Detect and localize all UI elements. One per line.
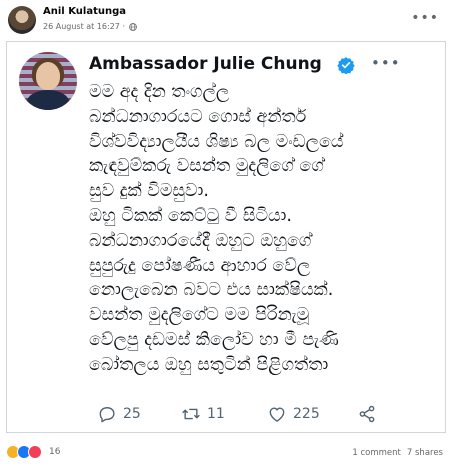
tweet-text: මම අද දින තංගල්ල බන්ධනාගාරයට ගොස් අන්තර්… [89,82,344,375]
tweet-author-name: Ambassador Julie Chung [89,54,322,74]
reactions-summary[interactable]: 16 [6,445,60,459]
tweet-more-icon: ••• [371,54,401,72]
retweet-count: 11 [207,406,225,422]
globe-icon [129,22,137,31]
post-header: Anil Kulatunga 26 August at 16:27 · ••• [0,0,451,40]
reply-action: 25 [97,404,141,424]
comment-count-link[interactable]: 1 comment [352,448,401,458]
retweet-action: 11 [181,404,225,424]
reply-icon [99,407,115,423]
verified-badge-icon [337,57,355,74]
like-count: 225 [293,406,320,422]
post-footer: 16 1 comment 7 shares [0,440,451,466]
author-name[interactable]: Anil Kulatunga [43,6,126,17]
post-timestamp[interactable]: 26 August at 16:27 · [43,22,137,31]
author-avatar[interactable] [8,6,36,34]
avatar-face [36,62,60,90]
retweet-icon [182,408,200,420]
reply-count: 25 [123,406,141,422]
share-icon [359,405,375,423]
engagement-stats: 1 comment 7 shares [352,448,443,458]
like-action: 225 [267,404,320,424]
heart-icon [269,407,285,422]
more-horizontal-icon[interactable]: ••• [411,10,439,26]
timestamp-text[interactable]: 26 August at 16:27 · [43,22,125,31]
tweet-screenshot[interactable]: Ambassador Julie Chung ••• මම අද දින තංග… [6,41,446,433]
avatar-body [27,90,69,110]
reaction-count[interactable]: 16 [49,447,60,457]
share-action [357,404,377,424]
love-reaction-icon [28,445,42,459]
share-count-link[interactable]: 7 shares [407,448,443,458]
tweet-author-avatar [19,52,77,110]
tweet-action-bar: 25 11 225 [89,404,429,428]
